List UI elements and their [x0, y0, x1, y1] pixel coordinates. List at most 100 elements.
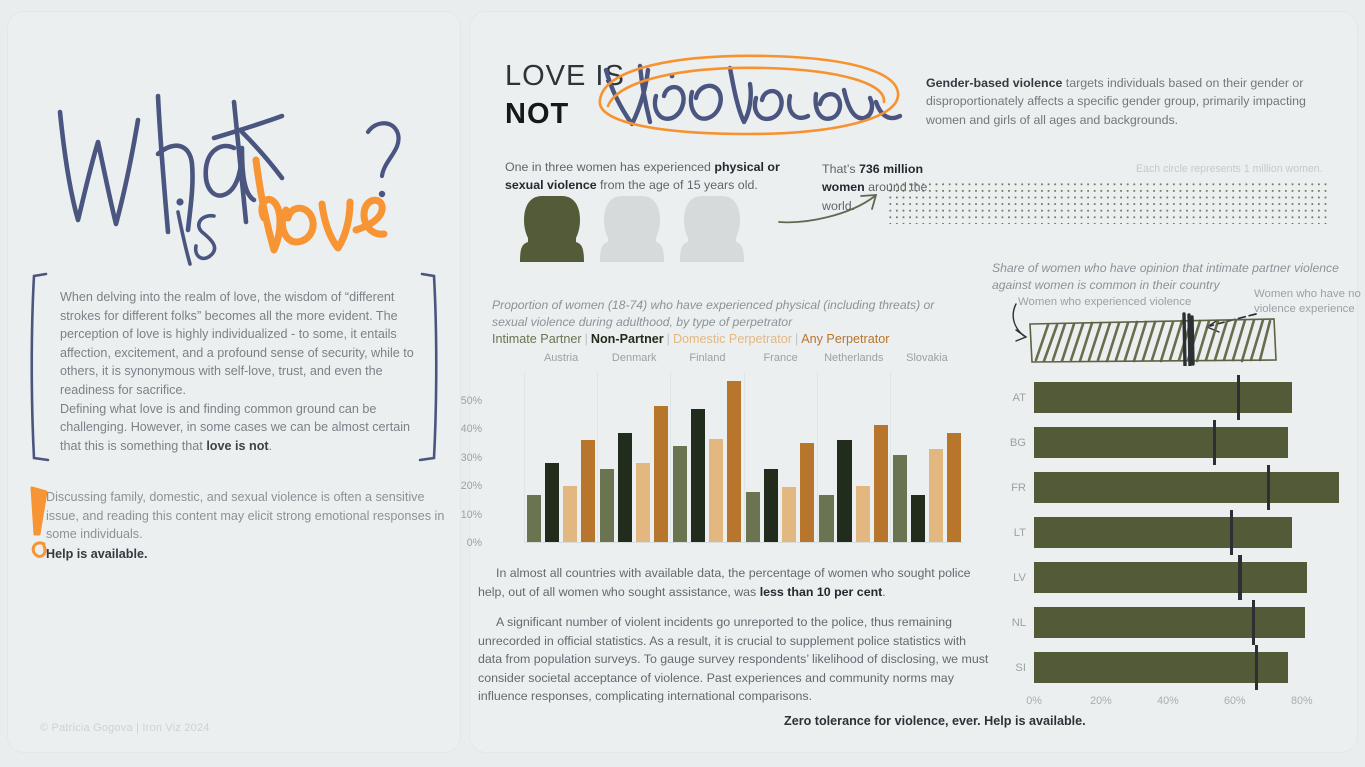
bullet-chart-reference-marker[interactable] [1238, 555, 1242, 600]
bullet-chart-bar[interactable] [1034, 427, 1289, 458]
bar-chart-bar[interactable] [673, 446, 688, 543]
bar-chart: Austria Denmark Finland France Netherlands Sl… [461, 350, 963, 553]
bullet-chart-bar[interactable] [1034, 607, 1306, 638]
bar-chart-country-label: Finland [689, 352, 726, 364]
bar-chart-y-tick: 0% [466, 537, 482, 549]
bar-chart-y-tick: 20% [460, 480, 482, 492]
dotgrid-caption: Each circle represents 1 million women. [1136, 163, 1323, 175]
handwritten-violence-word [598, 54, 903, 136]
bar-chart-subtitle: Proportion of women (18-74) who have exp… [492, 298, 935, 329]
bar-chart-bar[interactable] [782, 487, 797, 543]
title-not: NOT [505, 98, 570, 130]
bullet-chart-row: LT [1014, 510, 1352, 555]
bar-chart-bar[interactable] [727, 380, 742, 543]
bullet-chart-reference-marker[interactable] [1213, 420, 1217, 465]
million-women-dot-grid [886, 180, 1329, 224]
dashboard-stage: When delving into the realm of love, the… [0, 0, 1365, 767]
bar-chart-bar[interactable] [617, 433, 633, 543]
bar-chart-bar[interactable] [691, 409, 706, 543]
bar-chart-bar[interactable] [599, 468, 615, 543]
police-help-paragraph: In almost all countries with available d… [478, 564, 978, 601]
paragraph-2-emphasis: love is not [206, 438, 269, 453]
bar-chart-country-label: Netherlands [824, 352, 884, 364]
bullet-chart-reference-marker[interactable] [1236, 375, 1240, 420]
bar-chart-bar[interactable] [526, 494, 541, 543]
millions-lead: That’s [822, 162, 859, 176]
woman-silhouette-pictogram-group [520, 196, 744, 262]
bar-chart-bar[interactable] [910, 494, 925, 543]
bar-chart-bar[interactable] [709, 438, 724, 543]
left-panel-card: When delving into the realm of love, the… [8, 12, 460, 752]
paragraph-2-tail: . [268, 438, 273, 453]
warning-body: Discussing family, domestic, and sexual … [46, 490, 445, 542]
bullet-chart-x-tick: 20% [1090, 695, 1112, 707]
content-warning-text: Discussing family, domestic, and sexual … [46, 488, 446, 563]
bar-chart-baseline [524, 542, 963, 543]
bar-chart-bar[interactable] [562, 486, 577, 543]
legend-separator-1: | [584, 332, 588, 346]
quote-bracket-block: When delving into the realm of love, the… [24, 270, 444, 465]
bar-chart-plot-area: Austria Denmark Finland France Netherlands Sl… [524, 352, 963, 543]
bar-chart-bar[interactable] [892, 454, 907, 543]
legend-separator-2: | [666, 332, 670, 346]
bar-chart-bar[interactable] [636, 463, 651, 543]
bullet-chart-bar[interactable] [1034, 562, 1307, 593]
bar-chart-country-label: Austria [543, 352, 579, 364]
police-help-tail: . [882, 584, 886, 599]
bar-chart-bar[interactable] [819, 494, 834, 543]
bar-chart-country-group: Slovakia [889, 352, 963, 543]
woman-silhouette-icon-empty-1 [600, 196, 664, 262]
bullet-chart: AT BG FR LT LV NL SI 0% 20% 40% 60% 80% [1000, 375, 1352, 711]
bullet-chart-row: SI [1015, 645, 1352, 690]
warning-help-line: Help is available. [46, 546, 148, 561]
bullet-chart-bar[interactable] [1034, 652, 1289, 683]
legend-item-non-partner[interactable]: Non-Partner [591, 332, 664, 346]
bar-chart-bar[interactable] [837, 440, 852, 543]
content-warning-block: Discussing family, domestic, and sexual … [24, 482, 454, 572]
legend-item-any-perpetrator[interactable]: Any Perpetrator [801, 332, 889, 346]
bar-chart-country-label: France [763, 352, 798, 364]
bullet-chart-reference-marker[interactable] [1229, 510, 1234, 555]
legend-item-intimate-partner[interactable]: Intimate Partner [492, 332, 582, 346]
woman-silhouette-icon-filled [520, 196, 584, 262]
bullet-chart-row: AT [1013, 375, 1352, 420]
bar-chart-bar[interactable] [800, 443, 815, 543]
bar-chart-bar[interactable] [764, 468, 779, 543]
bar-chart-bar[interactable] [873, 424, 888, 543]
bullet-chart-x-tick: 80% [1290, 695, 1313, 707]
bar-chart-bar[interactable] [855, 486, 870, 543]
bullet-chart-bar[interactable] [1034, 517, 1292, 548]
bar-chart-bar[interactable] [746, 491, 761, 543]
bar-chart-legend: Intimate Partner | Non-Partner | Domestic Pe… [492, 332, 889, 346]
bullet-chart-country-code: NL [1011, 616, 1026, 629]
bar-chart-y-tick: 30% [460, 451, 482, 464]
bar-chart-country-label: Denmark [611, 352, 657, 364]
bar-chart-y-tick: 10% [460, 508, 482, 521]
bar-chart-bar[interactable] [946, 433, 961, 543]
bullet-chart-reference-marker[interactable] [1251, 600, 1255, 645]
bar-chart-bar[interactable] [928, 448, 943, 543]
bar-chart-y-tick: 50% [460, 394, 482, 407]
bullet-chart-country-code: LV [1013, 571, 1026, 584]
bullet-chart-row: BG [1010, 420, 1352, 465]
footer-zero-tolerance-note: Zero tolerance for violence, ever. Help … [784, 714, 1086, 728]
bullet-chart-reference-marker[interactable] [1254, 645, 1259, 690]
bullet-chart-country-code: AT [1012, 391, 1026, 404]
bar-chart-bar[interactable] [654, 406, 669, 543]
legend-item-domestic-perpetrator[interactable]: Domestic Perpetrator [673, 332, 792, 346]
bar-chart-bar[interactable] [580, 440, 595, 543]
bullet-chart-bar[interactable] [1034, 472, 1339, 503]
bullet-chart-reference-marker[interactable] [1266, 465, 1271, 510]
bullet-chart-x-axis: 0% 20% 40% 60% 80% [1026, 695, 1352, 711]
bar-chart-country-label: Slovakia [906, 352, 948, 364]
bullet-chart-bar[interactable] [1034, 382, 1292, 413]
sketch-legend-illustration [1012, 303, 1277, 366]
bullet-chart-row: LV [1013, 555, 1352, 600]
bullet-chart-row: FR [1011, 465, 1352, 510]
bar-chart-bar[interactable] [544, 463, 559, 543]
bar-chart-country-group: Netherlands [816, 352, 890, 543]
bullet-chart-country-code: SI [1015, 661, 1026, 674]
credit-line: © Patricia Gogova | Iron Viz 2024 [40, 722, 210, 734]
underreporting-paragraph: A significant number of violent incident… [478, 615, 989, 704]
handwritten-title-what-is-love [57, 93, 401, 266]
